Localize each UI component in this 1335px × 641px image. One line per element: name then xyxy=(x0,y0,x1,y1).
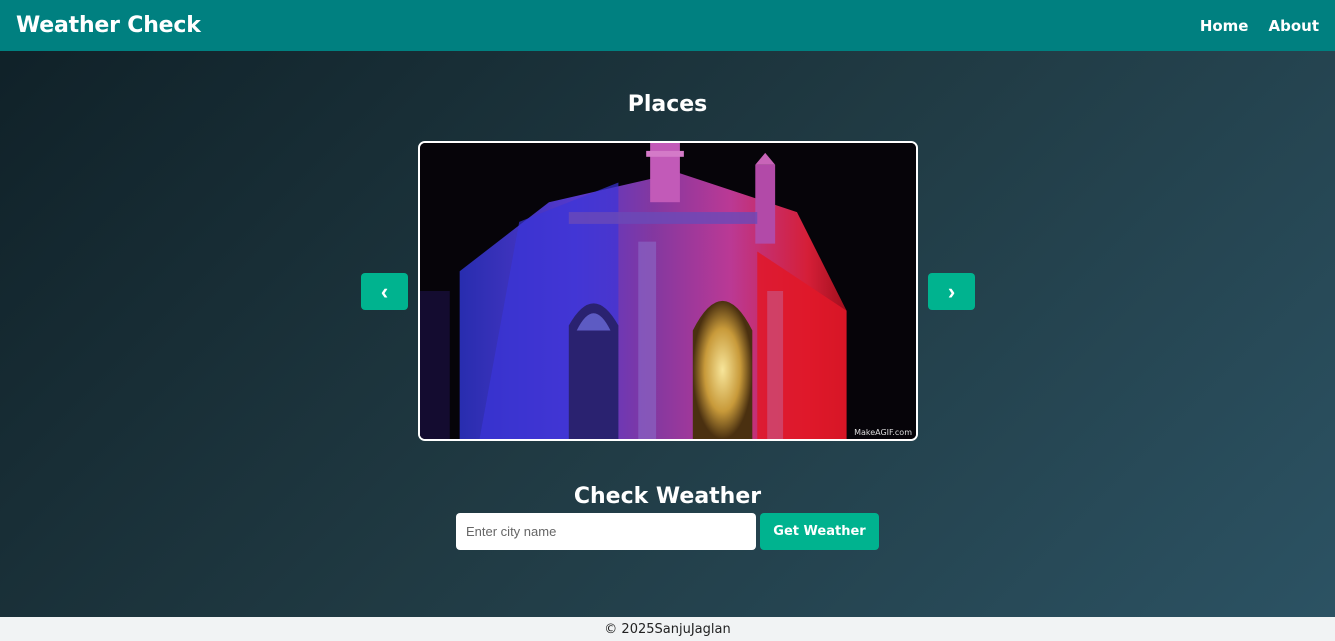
nav-links: Home About xyxy=(1200,17,1319,35)
city-input[interactable] xyxy=(456,513,756,550)
chevron-right-icon: › xyxy=(947,278,956,304)
check-weather-heading: Check Weather xyxy=(573,484,762,509)
places-heading: Places xyxy=(627,92,708,117)
carousel-next-button[interactable]: › xyxy=(928,273,975,310)
nav-link-home[interactable]: Home xyxy=(1200,17,1249,35)
copyright-text: © 2025SanjuJaglan xyxy=(604,621,731,637)
gateway-monument-image xyxy=(420,143,916,439)
nav-link-about[interactable]: About xyxy=(1268,17,1319,35)
chevron-left-icon: ‹ xyxy=(380,278,389,304)
get-weather-button[interactable]: Get Weather xyxy=(760,513,879,550)
brand-title[interactable]: Weather Check xyxy=(16,13,201,38)
carousel-image: MakeAGIF.com xyxy=(418,141,918,441)
carousel-prev-button[interactable]: ‹ xyxy=(361,273,408,310)
footer: © 2025SanjuJaglan xyxy=(0,617,1335,641)
navbar: Weather Check Home About xyxy=(0,0,1335,51)
image-watermark: MakeAGIF.com xyxy=(854,428,912,437)
